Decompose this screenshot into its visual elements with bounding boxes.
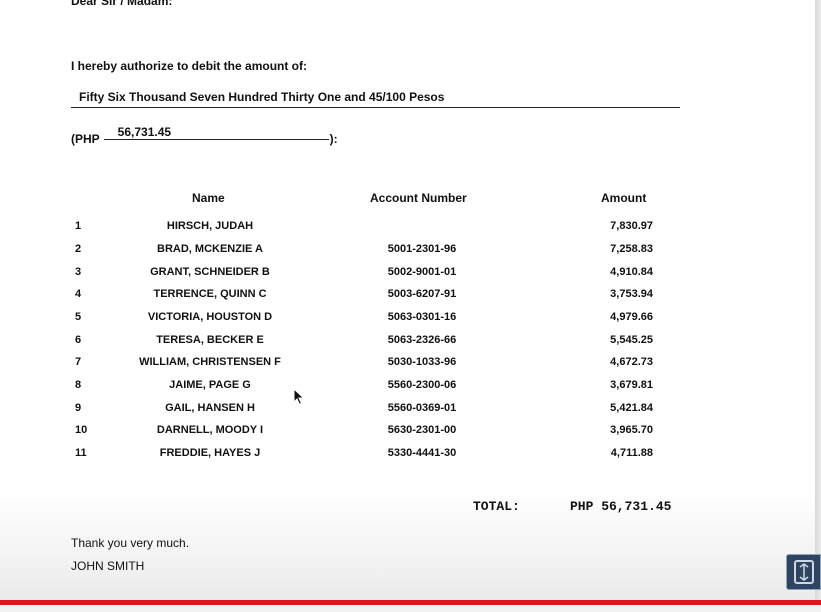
php-amount-line: (PHP 56,731.45 ): (71, 125, 338, 146)
row-account: 5063-0301-16 (387, 311, 457, 323)
row-amount: 4,910.84 (610, 266, 653, 278)
row-number: 2 (75, 243, 82, 255)
row-account: 5002-9001-01 (387, 266, 457, 278)
row-amount: 5,545.25 (610, 334, 653, 346)
row-amount: 4,979.66 (610, 311, 653, 323)
authorization-text: I hereby authorize to debit the amount o… (71, 59, 308, 73)
total-label: TOTAL: (473, 499, 520, 514)
bottom-strip (0, 605, 821, 612)
row-number: 8 (75, 379, 82, 391)
php-suffix: ): (329, 132, 338, 146)
table-row: 5 VICTORIA, HOUSTON D 5063-0301-16 4,979… (0, 311, 821, 329)
row-name: FREDDIE, HAYES J (159, 447, 261, 459)
page-edge (815, 0, 821, 612)
row-account: 5003-6207-91 (387, 288, 457, 300)
row-amount: 7,258.83 (610, 243, 653, 255)
row-number: 4 (75, 288, 82, 300)
column-header-amount: Amount (601, 191, 647, 205)
salutation: Dear Sir / Madam: (71, 0, 173, 8)
row-amount: 4,672.73 (610, 356, 653, 368)
row-account: 5630-2301-00 (387, 424, 457, 436)
row-account: 5030-1033-96 (387, 356, 457, 368)
row-name: JAIME, PAGE G (169, 379, 251, 391)
row-amount: 7,830.97 (610, 220, 653, 232)
row-name: TERRENCE, QUINN C (153, 288, 267, 300)
table-row: 9 GAIL, HANSEN H 5560-0369-01 5,421.84 (0, 402, 821, 420)
amount-in-words: Fifty Six Thousand Seven Hundred Thirty … (71, 90, 680, 108)
row-account: 5001-2301-96 (387, 243, 457, 255)
row-amount: 3,679.81 (610, 379, 653, 391)
php-prefix: (PHP (71, 132, 100, 146)
row-number: 5 (75, 311, 82, 323)
signer-name: JOHN SMITH (71, 559, 145, 573)
expand-button[interactable] (786, 554, 821, 590)
row-amount: 3,753.94 (610, 288, 653, 300)
row-name: GRANT, SCHNEIDER B (150, 266, 270, 278)
table-row: 3 GRANT, SCHNEIDER B 5002-9001-01 4,910.… (0, 266, 821, 284)
row-number: 10 (75, 424, 88, 436)
row-account: 5560-0369-01 (387, 402, 457, 414)
expand-icon (793, 560, 814, 584)
table-row: 11 FREDDIE, HAYES J 5330-4441-30 4,711.8… (0, 447, 821, 465)
mouse-pointer-icon (293, 388, 305, 406)
row-number: 3 (75, 266, 82, 278)
row-number: 9 (75, 402, 82, 414)
table-row: 2 BRAD, MCKENZIE A 5001-2301-96 7,258.83 (0, 243, 821, 261)
row-name: DARNELL, MOODY I (156, 424, 264, 436)
table-row: 7 WILLIAM, CHRISTENSEN F 5030-1033-96 4,… (0, 356, 821, 374)
row-number: 7 (75, 356, 82, 368)
row-amount: 3,965.70 (610, 424, 653, 436)
row-name: VICTORIA, HOUSTON D (147, 311, 273, 323)
row-name: BRAD, MCKENZIE A (157, 243, 263, 255)
row-account: 5330-4441-30 (387, 447, 457, 459)
table-row: 6 TERESA, BECKER E 5063-2326-66 5,545.25 (0, 334, 821, 352)
column-header-name: Name (192, 191, 225, 205)
php-amount: 56,731.45 (103, 125, 329, 140)
table-row: 1 HIRSCH, JUDAH 7,830.97 (0, 220, 821, 238)
table-row: 8 JAIME, PAGE G 5560-2300-06 3,679.81 (0, 379, 821, 397)
row-number: 6 (75, 334, 82, 346)
total-value: PHP 56,731.45 (570, 499, 672, 514)
table-row: 10 DARNELL, MOODY I 5630-2301-00 3,965.7… (0, 424, 821, 442)
column-header-account: Account Number (370, 191, 467, 205)
row-account: 5560-2300-06 (387, 379, 457, 391)
row-name: GAIL, HANSEN H (165, 402, 255, 414)
row-number: 1 (75, 220, 82, 232)
row-name: TERESA, BECKER E (156, 334, 264, 346)
row-amount: 4,711.88 (610, 447, 653, 459)
row-account: 5063-2326-66 (387, 334, 457, 346)
closing-text: Thank you very much. (71, 536, 190, 550)
table-row: 4 TERRENCE, QUINN C 5003-6207-91 3,753.9… (0, 288, 821, 306)
row-amount: 5,421.84 (610, 402, 653, 414)
row-number: 11 (75, 447, 87, 459)
row-name: HIRSCH, JUDAH (166, 220, 254, 232)
row-name: WILLIAM, CHRISTENSEN F (139, 356, 281, 368)
